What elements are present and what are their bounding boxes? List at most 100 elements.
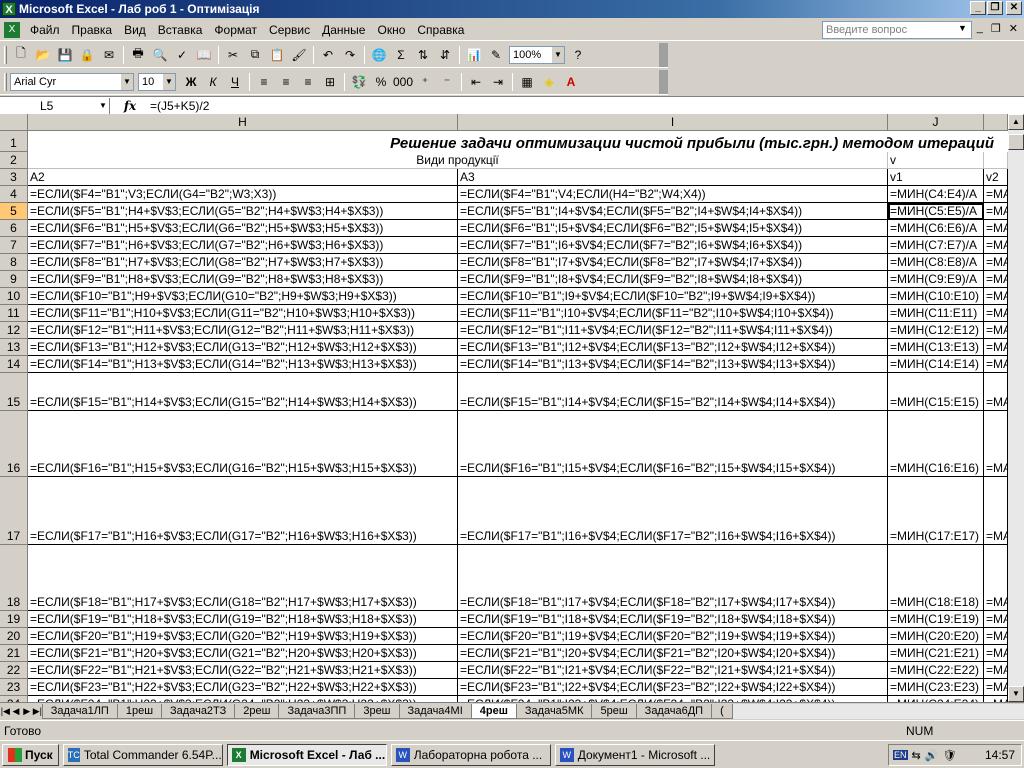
vertical-scrollbar[interactable]: ▲ ▼ (1008, 114, 1024, 702)
underline-button[interactable]: Ч (224, 71, 246, 93)
menu-tools[interactable]: Сервис (263, 23, 316, 37)
row-header[interactable]: 6 (0, 220, 28, 237)
row-header[interactable]: 4 (0, 186, 28, 203)
row-header[interactable]: 16 (0, 411, 28, 477)
security-icon[interactable]: 🛡 (942, 749, 956, 762)
doc-minimize-button[interactable]: _ (977, 22, 983, 35)
cell-i3[interactable]: A3 (458, 169, 888, 186)
insert-function-icon[interactable]: fx (110, 99, 150, 113)
cell-i[interactable]: =ЕСЛИ($F14="B1";I13+$V$4;ЕСЛИ($F14="B2";… (458, 356, 888, 373)
menu-data[interactable]: Данные (316, 23, 371, 37)
row-header[interactable]: 7 (0, 237, 28, 254)
cell-j[interactable]: =МИН(C8:E8)/A (888, 254, 984, 271)
cell-k[interactable]: =МА (984, 545, 1008, 611)
chevron-down-icon[interactable]: ▼ (121, 73, 133, 90)
cell-k[interactable]: =МА (984, 611, 1008, 628)
cell-j[interactable]: =МИН(C15:E15) (888, 373, 984, 411)
cell-i[interactable]: =ЕСЛИ($F22="B1";I21+$V$4;ЕСЛИ($F22="B2";… (458, 662, 888, 679)
select-all-button[interactable] (0, 114, 28, 131)
decrease-decimal-icon[interactable]: ⁻ (436, 71, 458, 93)
sheet-tab[interactable]: 1реш (116, 703, 163, 719)
font-color-icon[interactable]: A (560, 71, 582, 93)
decrease-indent-icon[interactable]: ⇤ (465, 71, 487, 93)
cell-j[interactable]: =МИН(C22:E22) (888, 662, 984, 679)
email-icon[interactable]: ✉ (98, 44, 120, 66)
align-right-icon[interactable]: ≡ (297, 71, 319, 93)
copy-icon[interactable]: ⧉ (244, 44, 266, 66)
close-button[interactable]: ✕ (1006, 1, 1022, 15)
cell-h[interactable]: =ЕСЛИ($F13="B1";H12+$V$3;ЕСЛИ(G13="B2";H… (28, 339, 458, 356)
chevron-down-icon[interactable]: ▼ (163, 73, 175, 90)
cell-k2[interactable] (984, 152, 1008, 169)
drawing-icon[interactable]: ✎ (485, 44, 507, 66)
row-header[interactable]: 15 (0, 373, 28, 411)
cell-h[interactable]: =ЕСЛИ($F12="B1";H11+$V$3;ЕСЛИ(G12="B2";H… (28, 322, 458, 339)
spelling-icon[interactable]: ✓ (171, 44, 193, 66)
cell-i[interactable]: =ЕСЛИ($F18="B1";I17+$V$4;ЕСЛИ($F18="B2";… (458, 545, 888, 611)
menu-window[interactable]: Окно (371, 23, 411, 37)
cut-icon[interactable]: ✂ (222, 44, 244, 66)
undo-icon[interactable]: ↶ (317, 44, 339, 66)
cell-k[interactable]: =МА (984, 288, 1008, 305)
cell-i[interactable]: =ЕСЛИ($F4="B1";V4;ЕСЛИ(H4="B2";W4;X4)) (458, 186, 888, 203)
cell-h[interactable]: =ЕСЛИ($F21="B1";H20+$V$3;ЕСЛИ(G21="B2";H… (28, 645, 458, 662)
thousands-button[interactable]: 000 (392, 71, 414, 93)
format-painter-icon[interactable]: 🖌 (288, 44, 310, 66)
new-icon[interactable]: 🗋 (10, 44, 32, 66)
align-center-icon[interactable]: ≡ (275, 71, 297, 93)
cell-h[interactable]: =ЕСЛИ($F19="B1";H18+$V$3;ЕСЛИ(G19="B2";H… (28, 611, 458, 628)
column-header-j[interactable]: J (888, 114, 984, 131)
start-button[interactable]: Пуск (2, 743, 59, 766)
formula-input[interactable]: =(J5+K5)/2 (150, 99, 209, 113)
next-sheet-icon[interactable]: ▶ (21, 706, 32, 717)
cell-i[interactable]: =ЕСЛИ($F8="B1";I7+$V$4;ЕСЛИ($F8="B2";I7+… (458, 254, 888, 271)
cell-k[interactable]: =МА (984, 271, 1008, 288)
merge-center-icon[interactable]: ⊞ (319, 71, 341, 93)
row-header[interactable]: 1 (0, 131, 28, 152)
cell-h[interactable]: =ЕСЛИ($F20="B1";H19+$V$3;ЕСЛИ(G20="B2";H… (28, 628, 458, 645)
research-icon[interactable]: 📖 (193, 44, 215, 66)
sheet-title[interactable]: Решение задачи оптимизации чистой прибыл… (28, 131, 998, 152)
sheet-tab[interactable]: Задача2ТЗ (161, 703, 236, 719)
sort-desc-icon[interactable]: ⇵ (434, 44, 456, 66)
cell-k[interactable]: =МА (984, 373, 1008, 411)
cell-k3[interactable]: v2 (984, 169, 1008, 186)
cell-i[interactable]: =ЕСЛИ($F12="B1";I11+$V$4;ЕСЛИ($F12="B2";… (458, 322, 888, 339)
chevron-down-icon[interactable]: ▼ (958, 23, 967, 33)
cell-i[interactable]: =ЕСЛИ($F6="B1";I5+$V$4;ЕСЛИ($F6="B2";I5+… (458, 220, 888, 237)
sheet-tab[interactable]: Задача4МІ (398, 703, 472, 719)
cell-h[interactable]: =ЕСЛИ($F8="B1";H7+$V$3;ЕСЛИ(G8="B2";H7+$… (28, 254, 458, 271)
chevron-down-icon[interactable]: ▼ (97, 97, 109, 114)
sheet-tab[interactable]: 3реш (354, 703, 400, 719)
redo-icon[interactable]: ↷ (339, 44, 361, 66)
cell-j[interactable]: =МИН(C7:E7)/A (888, 237, 984, 254)
cell-h[interactable]: =ЕСЛИ($F15="B1";H14+$V$3;ЕСЛИ(G15="B2";H… (28, 373, 458, 411)
products-header[interactable]: Види продукції (28, 152, 888, 169)
restore-button[interactable]: ❐ (987, 1, 1003, 15)
cell-i[interactable]: =ЕСЛИ($F20="B1";I19+$V$4;ЕСЛИ($F20="B2";… (458, 628, 888, 645)
cell-h[interactable]: =ЕСЛИ($F5="B1";H4+$V$3;ЕСЛИ(G5="B2";H4+$… (28, 203, 458, 220)
scroll-down-button[interactable]: ▼ (1008, 686, 1024, 702)
cell-k[interactable]: =МА (984, 339, 1008, 356)
column-header-k[interactable] (984, 114, 1008, 131)
cell-j[interactable]: =МИН(C17:E17) (888, 477, 984, 545)
toolbar-options-button[interactable] (659, 42, 668, 67)
cell-i[interactable]: =ЕСЛИ($F7="B1";I6+$V$4;ЕСЛИ($F7="B2";I6+… (458, 237, 888, 254)
menu-view[interactable]: Вид (118, 23, 152, 37)
cell-h3[interactable]: A2 (28, 169, 458, 186)
name-box[interactable]: L5 ▼ (0, 97, 110, 114)
cell-k[interactable]: =МА (984, 356, 1008, 373)
font-select[interactable]: Arial Cyr ▼ (10, 72, 134, 91)
cell-k[interactable]: =МА (984, 254, 1008, 271)
row-header[interactable]: 11 (0, 305, 28, 322)
scroll-up-button[interactable]: ▲ (1008, 114, 1024, 130)
open-icon[interactable]: 📂 (32, 44, 54, 66)
cell-k[interactable]: =МА (984, 411, 1008, 477)
cell-k[interactable]: =МА (984, 679, 1008, 696)
menu-file[interactable]: Файл (24, 23, 66, 37)
cell-i[interactable]: =ЕСЛИ($F13="B1";I12+$V$4;ЕСЛИ($F13="B2";… (458, 339, 888, 356)
cell-j[interactable]: =МИН(C12:E12) (888, 322, 984, 339)
cell-h[interactable]: =ЕСЛИ($F6="B1";H5+$V$3;ЕСЛИ(G6="B2";H5+$… (28, 220, 458, 237)
help-icon[interactable]: ? (567, 44, 589, 66)
row-header[interactable]: 19 (0, 611, 28, 628)
